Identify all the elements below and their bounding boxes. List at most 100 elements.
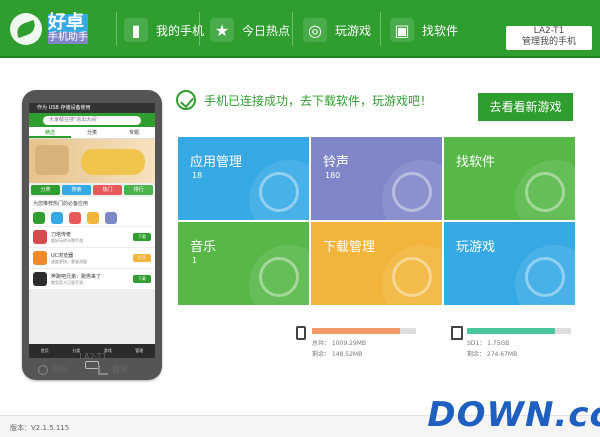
nav-separator	[292, 12, 293, 46]
phone-quick-link: 排行	[124, 185, 153, 195]
tile-title: 铃声	[323, 155, 350, 170]
app-name: 刀塔传奇	[51, 231, 72, 238]
storage-phone: 总共： 1009.29MB 剩余： 148.52MB	[296, 324, 436, 364]
app-action-button: 下载	[133, 275, 151, 283]
nav-label: 我的手机	[156, 23, 205, 38]
tile-title: 找软件	[456, 155, 496, 170]
nav-find-software[interactable]: ▣ 找软件	[390, 10, 458, 50]
app-icon	[69, 212, 81, 224]
star-icon: ★	[210, 18, 234, 42]
phone-preview: 作为 USB 存储设备使用 大家都在搜"逃出大闹" 精选 分类 专题 分类 搜索…	[22, 90, 162, 380]
screenshot-button[interactable]: 截屏	[98, 364, 128, 375]
app-icon	[33, 212, 45, 224]
storage-free: 剩余： 148.52MB	[312, 351, 363, 358]
feature-tiles: 应用管理 18 铃声 180 找软件 音乐 1 下载管理 玩游戏	[178, 137, 575, 305]
phone-recommended-icons	[29, 210, 155, 226]
app-icon	[33, 251, 47, 265]
app-desc: 超好玩的卡牌手游	[51, 237, 83, 243]
phone-app-row: 刀塔传奇 超好玩的卡牌手游 下载	[29, 226, 155, 247]
connection-status: 手机已连接成功，去下载软件，玩游戏吧！	[176, 90, 432, 110]
nav-label: 今日热点	[242, 23, 291, 38]
tile-title: 音乐	[190, 240, 217, 255]
nav-hot-today[interactable]: ★ 今日热点	[210, 10, 290, 50]
refresh-button[interactable]: 刷新	[38, 364, 68, 375]
refresh-label: 刷新	[52, 365, 68, 374]
tile-count: 18	[192, 171, 203, 180]
app-action-button: 打开	[133, 254, 151, 262]
sd-card-icon	[451, 326, 463, 340]
crop-icon	[98, 364, 108, 375]
device-manage-link[interactable]: 管理我的手机	[506, 37, 592, 48]
tile-find-software[interactable]: 找软件	[444, 137, 575, 220]
app-icon	[105, 212, 117, 224]
device-model: LA2-T1	[533, 26, 565, 36]
app-text: 刀塔传奇 超好玩的卡牌手游	[51, 231, 129, 244]
storage-free: 剩余： 274.67MB	[467, 351, 518, 358]
phone-name: LA2-T1	[79, 352, 107, 361]
tile-title: 下载管理	[323, 240, 376, 255]
gamepad-icon: ◎	[303, 18, 327, 42]
phone-banner-image	[29, 139, 155, 183]
logo-title: 好卓	[48, 14, 88, 32]
app-logo: 好卓 手机助手	[10, 8, 120, 50]
refresh-icon	[38, 364, 48, 375]
app-name: 奔跑吧兄弟：跑男来了	[51, 273, 102, 280]
nav-my-phone[interactable]: ▮ 我的手机	[124, 10, 204, 50]
tile-app-management[interactable]: 应用管理 18	[178, 137, 309, 220]
logo-subtitle: 手机助手	[48, 32, 88, 44]
tile-title: 应用管理	[190, 155, 243, 170]
app-icon	[87, 212, 99, 224]
music-icon	[259, 257, 299, 297]
storage-sd: SD1： 1.75GB 剩余： 274.67MB	[451, 324, 591, 364]
see-new-games-button[interactable]: 去看看新游戏	[478, 93, 573, 121]
storage-fill	[467, 328, 556, 334]
grid-icon	[259, 172, 299, 212]
storage-total: 总共： 1009.29MB	[312, 340, 367, 347]
phone-tabs: 精选 分类 专题	[29, 127, 155, 139]
main-panel: 作为 USB 存储设备使用 大家都在搜"逃出大闹" 精选 分类 专题 分类 搜索…	[0, 60, 600, 415]
tile-download-management[interactable]: 下载管理	[311, 222, 442, 305]
phone-search-bar: 大家都在搜"逃出大闹"	[29, 113, 155, 127]
phone-section-title: 为您推荐热门的必备应用	[29, 197, 155, 210]
app-icon	[51, 212, 63, 224]
watermark: DOWN.cc	[427, 392, 600, 437]
phone-tab: 精选	[29, 127, 71, 138]
download-icon	[392, 257, 432, 297]
phone-app-row: UC浏览器 速度更快，更省流量 打开	[29, 247, 155, 268]
storage-bar	[312, 328, 416, 334]
tile-ringtones[interactable]: 铃声 180	[311, 137, 442, 220]
tile-music[interactable]: 音乐 1	[178, 222, 309, 305]
phone-quick-link: 分类	[31, 185, 60, 195]
tile-title: 玩游戏	[456, 240, 496, 255]
app-icon	[33, 272, 47, 286]
app-text: 奔跑吧兄弟：跑男来了 跑男官方正版手游	[51, 273, 129, 286]
tile-count: 180	[325, 171, 341, 180]
search-icon	[525, 172, 565, 212]
connection-message: 手机已连接成功，去下载软件，玩游戏吧！	[204, 93, 433, 108]
nav-label: 玩游戏	[335, 23, 372, 38]
phone-quick-link: 搜索	[62, 185, 91, 195]
phone-icon: ▮	[124, 18, 148, 42]
screenshot-label: 截屏	[112, 365, 128, 374]
phone-quick-links: 分类 搜索 热门 排行	[29, 183, 155, 197]
phone-status-bar: 作为 USB 存储设备使用	[29, 103, 155, 113]
storage-bar	[467, 328, 571, 334]
app-icon	[33, 230, 47, 244]
gamepad-icon	[525, 257, 565, 297]
app-store-icon: ▣	[390, 18, 414, 42]
phone-actions: 刷新 截屏	[38, 364, 128, 375]
storage-fill	[312, 328, 401, 334]
phone-quick-link: 热门	[93, 185, 122, 195]
app-desc: 速度更快，更省流量	[51, 258, 87, 264]
storage-total: SD1： 1.75GB	[467, 340, 510, 347]
version-text: 版本：V2.1.5.115	[10, 424, 70, 432]
nav-separator	[199, 12, 200, 46]
tile-play-games[interactable]: 玩游戏	[444, 222, 575, 305]
nav-play-games[interactable]: ◎ 玩游戏	[303, 10, 371, 50]
phone-tab: 专题	[128, 130, 139, 136]
app-text: UC浏览器 速度更快，更省流量	[51, 252, 129, 265]
device-badge[interactable]: LA2-T1 管理我的手机	[506, 26, 592, 50]
phone-search-input: 大家都在搜"逃出大闹"	[43, 115, 141, 125]
nav-separator	[380, 12, 381, 46]
leaf-logo-icon	[10, 13, 42, 45]
